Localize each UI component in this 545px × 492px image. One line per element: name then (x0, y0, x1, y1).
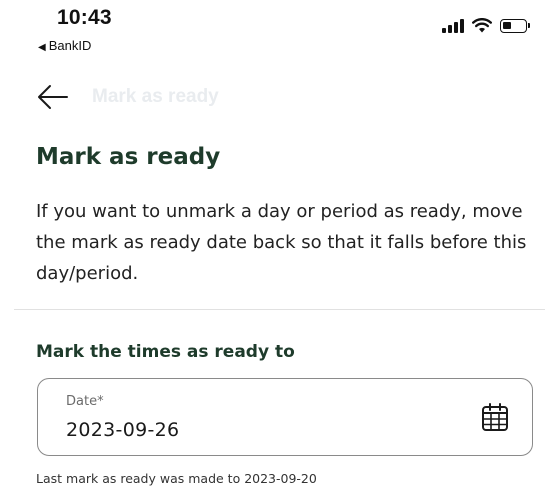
nav-title: Mark as ready (92, 86, 219, 107)
calendar-icon[interactable] (480, 401, 510, 433)
back-to-app-link[interactable]: ◀ BankID (38, 38, 91, 53)
page-title: Mark as ready (36, 144, 221, 170)
status-bar: 10:43 ◀ BankID (0, 0, 545, 60)
wifi-icon (472, 18, 492, 33)
section-title: Mark the times as ready to (36, 342, 295, 362)
date-field-label: Date* (66, 394, 104, 409)
status-icons (442, 18, 530, 33)
back-triangle-icon: ◀ (38, 42, 46, 53)
arrow-left-icon[interactable] (36, 82, 70, 112)
helper-text: Last mark as ready was made to 2023-09-2… (36, 471, 317, 486)
top-navigation: Mark as ready (0, 78, 545, 118)
battery-icon (500, 18, 530, 33)
date-field-value[interactable]: 2023-09-26 (66, 419, 179, 441)
status-time: 10:43 (57, 6, 112, 29)
signal-icon (442, 18, 464, 33)
back-to-app-label: BankID (48, 38, 92, 53)
divider (14, 309, 545, 310)
date-field[interactable]: Date* 2023-09-26 (37, 378, 533, 456)
intro-text: If you want to unmark a day or period as… (36, 201, 527, 284)
